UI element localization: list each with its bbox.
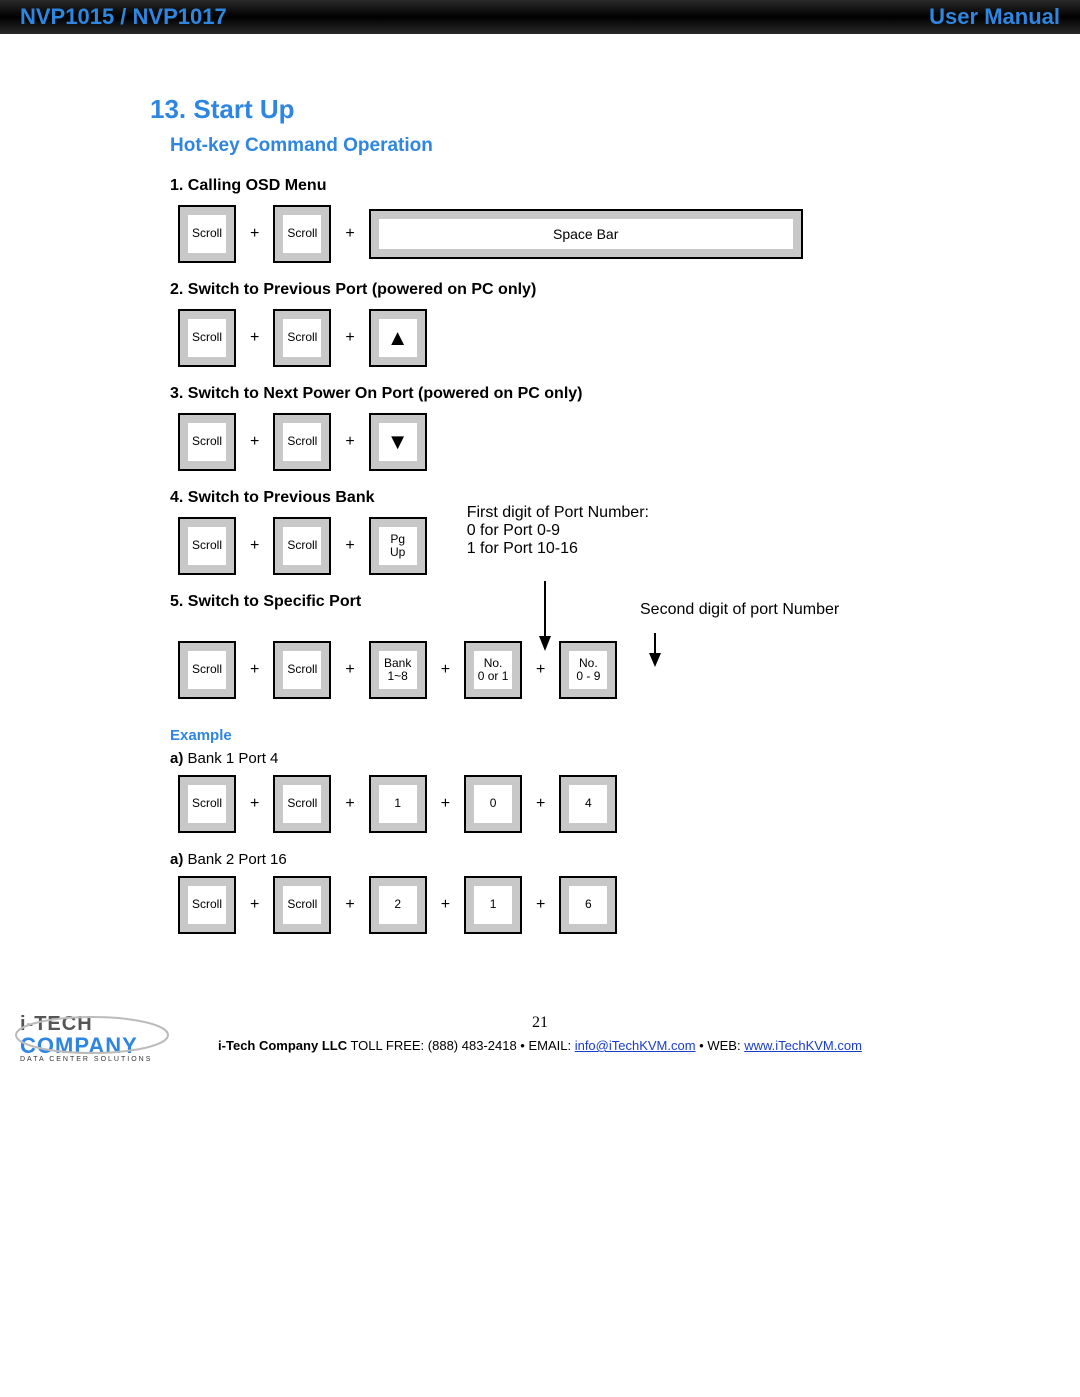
step-1-heading: 1. Calling OSD Menu [170,177,930,195]
plus-icon: + [536,896,545,914]
spacebar-key: Space Bar [369,209,803,259]
step-2-heading: 2. Switch to Previous Port (powered on P… [170,281,930,299]
arrow-up-key: ▲ [369,309,427,367]
arrow-down-key: ▼ [369,413,427,471]
step-2-keys: Scroll + Scroll + ▲ [178,309,930,367]
num-1-key: 1 [464,876,522,934]
page-number: 21 [532,1014,548,1032]
scroll-key: Scroll [273,517,331,575]
step-4-keys: Scroll + Scroll + Pg Up First digit of P… [178,517,930,575]
step-3-heading: 3. Switch to Next Power On Port (powered… [170,385,930,403]
plus-icon: + [345,329,354,347]
example-a2: a) Bank 2 Port 16 [170,851,930,868]
arrow-up-icon: ▲ [387,326,409,350]
plus-icon: + [345,225,354,243]
scroll-key: Scroll [178,205,236,263]
header-doc-type: User Manual [929,4,1060,30]
web-link[interactable]: www.iTechKVM.com [744,1038,862,1053]
no-01-key: No. 0 or 1 [464,641,522,699]
footer-text: i-Tech Company LLC TOLL FREE: (888) 483-… [218,1038,862,1053]
scroll-key: Scroll [178,876,236,934]
plus-icon: + [536,661,545,679]
num-6-key: 6 [559,876,617,934]
num-1-key: 1 [369,775,427,833]
note-second-digit: Second digit of port Number [640,601,839,619]
plus-icon: + [250,329,259,347]
no-09-key: No. 0 - 9 [559,641,617,699]
scroll-key: Scroll [273,876,331,934]
scroll-key: Scroll [273,775,331,833]
header-product: NVP1015 / NVP1017 [20,4,227,30]
plus-icon: + [345,537,354,555]
example-heading: Example [170,727,930,744]
company-logo: i-TECH COMPANY DATA CENTER SOLUTIONS [20,1013,152,1063]
scroll-key: Scroll [178,309,236,367]
scroll-key: Scroll [178,775,236,833]
plus-icon: + [441,896,450,914]
logo-ellipse-icon [14,1007,174,1057]
plus-icon: + [250,896,259,914]
step-5-keys: Scroll + Scroll + Bank 1~8 + No. 0 or 1 … [178,641,930,699]
plus-icon: + [250,225,259,243]
plus-icon: + [536,795,545,813]
example-2-keys: Scroll + Scroll + 2 + 1 + 6 [178,876,930,934]
plus-icon: + [441,795,450,813]
section-title: 13. Start Up [150,94,930,125]
plus-icon: + [250,661,259,679]
header-bar: NVP1015 / NVP1017 User Manual [0,0,1080,34]
footer: i-TECH COMPANY DATA CENTER SOLUTIONS 21 … [150,1014,930,1053]
plus-icon: + [345,795,354,813]
example-1-keys: Scroll + Scroll + 1 + 0 + 4 [178,775,930,833]
email-link[interactable]: info@iTechKVM.com [575,1038,696,1053]
plus-icon: + [250,537,259,555]
plus-icon: + [250,433,259,451]
num-0-key: 0 [464,775,522,833]
section-subtitle: Hot-key Command Operation [170,135,930,157]
scroll-key: Scroll [273,641,331,699]
scroll-key: Scroll [273,205,331,263]
note-first-digit: First digit of Port Number: 0 for Port 0… [467,504,649,558]
scroll-key: Scroll [273,413,331,471]
arrow-down-icon: ▼ [387,430,409,454]
example-a1: a) Bank 1 Port 4 [170,750,930,767]
num-4-key: 4 [559,775,617,833]
plus-icon: + [250,795,259,813]
bank-key: Bank 1~8 [369,641,427,699]
scroll-key: Scroll [178,413,236,471]
pgup-key: Pg Up [369,517,427,575]
scroll-key: Scroll [273,309,331,367]
plus-icon: + [441,661,450,679]
plus-icon: + [345,896,354,914]
step-1-keys: Scroll + Scroll + Space Bar [178,205,930,263]
plus-icon: + [345,433,354,451]
scroll-key: Scroll [178,641,236,699]
scroll-key: Scroll [178,517,236,575]
plus-icon: + [345,661,354,679]
num-2-key: 2 [369,876,427,934]
step-3-keys: Scroll + Scroll + ▼ [178,413,930,471]
